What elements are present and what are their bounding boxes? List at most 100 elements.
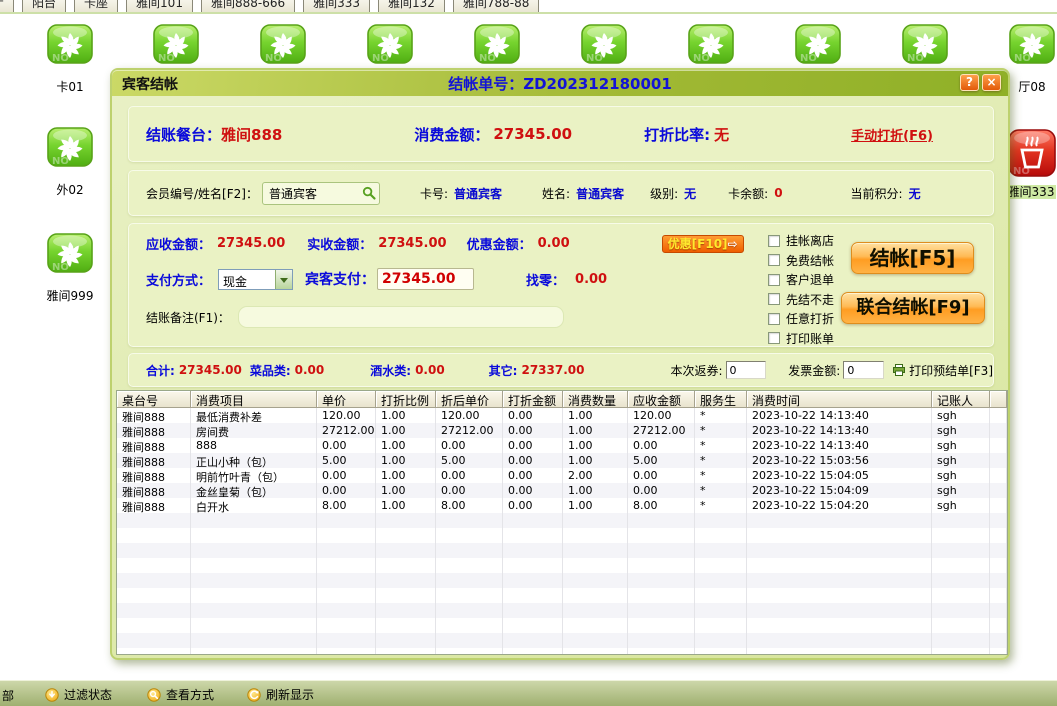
grid-cell: 0.00 bbox=[317, 483, 376, 498]
floor-tab[interactable]: 阳台 bbox=[22, 0, 66, 14]
table-station[interactable]: NO bbox=[260, 24, 308, 72]
grid-cell bbox=[503, 558, 563, 573]
grid-cell bbox=[191, 573, 317, 588]
grid-column-header[interactable]: 记账人 bbox=[932, 391, 990, 408]
grid-cell: sgh bbox=[932, 468, 990, 483]
table-station[interactable]: NO bbox=[902, 24, 950, 72]
checkbox-icon[interactable] bbox=[768, 293, 780, 305]
table-row[interactable]: 雅间8888880.001.000.000.001.000.00*2023-10… bbox=[117, 438, 1007, 453]
grid-cell: * bbox=[695, 438, 747, 453]
grid-cell bbox=[563, 588, 628, 603]
grid-cell: * bbox=[695, 453, 747, 468]
grid-column-header[interactable]: 消费项目 bbox=[191, 391, 317, 408]
checkbox-icon[interactable] bbox=[768, 254, 780, 266]
table-station[interactable]: NO bbox=[688, 24, 736, 72]
grid-cell bbox=[628, 573, 695, 588]
grid-cell-filler bbox=[990, 483, 1007, 498]
grid-cell: * bbox=[695, 423, 747, 438]
grid-column-header[interactable]: 应收金额 bbox=[628, 391, 695, 408]
table-station-busy[interactable]: NO bbox=[1008, 129, 1056, 177]
grid-column-header[interactable]: 单价 bbox=[317, 391, 376, 408]
search-icon[interactable] bbox=[362, 186, 377, 201]
checkbox-icon[interactable] bbox=[768, 332, 780, 344]
statusbar-filter[interactable]: 过滤状态 bbox=[45, 686, 112, 703]
table-row[interactable]: 雅间888白开水8.001.008.000.001.008.00*2023-10… bbox=[117, 498, 1007, 513]
close-icon[interactable]: × bbox=[982, 74, 1001, 91]
joint-settle-button[interactable]: 联合结帐[F9] bbox=[841, 292, 985, 324]
grid-cell bbox=[436, 618, 503, 633]
grid-cell: 雅间888 bbox=[117, 468, 191, 483]
table-station[interactable]: NO bbox=[581, 24, 629, 72]
table-station[interactable]: NO bbox=[153, 24, 201, 72]
checkbox-option[interactable]: 任意打折 bbox=[768, 310, 834, 327]
grid-column-header[interactable]: 打折金额 bbox=[503, 391, 563, 408]
floor-tab[interactable]: 卡座 bbox=[74, 0, 118, 14]
floor-tab[interactable]: 雅间132 bbox=[378, 0, 445, 14]
table-row[interactable]: 雅间888金丝皇菊（包）0.001.000.000.001.000.00*202… bbox=[117, 483, 1007, 498]
checkbox-option[interactable]: 免费结帐 bbox=[768, 252, 834, 269]
grid-cell bbox=[317, 513, 376, 528]
floor-tab[interactable]: 大厅 bbox=[0, 0, 14, 14]
grid-cell: 1.00 bbox=[563, 408, 628, 423]
grid-cell bbox=[695, 648, 747, 655]
table-row[interactable]: 雅间888房间费27212.001.0027212.000.001.002721… bbox=[117, 423, 1007, 438]
grid-cell bbox=[317, 648, 376, 655]
table-free-icon: NO bbox=[47, 24, 93, 64]
table-row[interactable]: 雅间888正山小种（包）5.001.005.000.001.005.00*202… bbox=[117, 453, 1007, 468]
totals-panel: 合计: 27345.00 菜品类: 0.00 酒水类: 0.00 其它: 273… bbox=[128, 353, 994, 387]
grid-cell: 1.00 bbox=[376, 423, 436, 438]
floor-tab[interactable]: 雅间101 bbox=[126, 0, 193, 14]
table-station[interactable]: NO bbox=[367, 24, 415, 72]
grid-column-header[interactable]: 桌台号 bbox=[117, 391, 191, 408]
floor-tab[interactable]: 雅间888-666 bbox=[201, 0, 295, 14]
settle-button[interactable]: 结帐[F5] bbox=[851, 242, 974, 274]
statusbar-refresh[interactable]: 刷新显示 bbox=[247, 686, 314, 703]
manual-discount-link[interactable]: 手动打折(F6) bbox=[851, 125, 933, 144]
checkbox-option[interactable]: 打印账单 bbox=[768, 330, 834, 347]
grid-column-header[interactable]: 打折比例 bbox=[376, 391, 436, 408]
table-station[interactable]: NO bbox=[47, 233, 95, 281]
table-station[interactable]: NO bbox=[474, 24, 522, 72]
grid-cell bbox=[503, 618, 563, 633]
table-station[interactable]: NO bbox=[795, 24, 843, 72]
checkbox-option[interactable]: 客户退单 bbox=[768, 271, 834, 288]
table-free-icon: NO bbox=[47, 233, 93, 273]
points-value: 无 bbox=[909, 185, 921, 202]
invoice-input[interactable]: 0 bbox=[843, 361, 884, 379]
grid-cell: 雅间888 bbox=[117, 483, 191, 498]
grid-cell bbox=[563, 648, 628, 655]
checkbox-option[interactable]: 先结不走 bbox=[768, 291, 834, 308]
bill-number: 结帐单号：ZD202312180001 bbox=[112, 73, 1008, 94]
member-search-input[interactable]: 普通宾客 bbox=[262, 182, 380, 205]
grid-column-header[interactable]: 消费时间 bbox=[747, 391, 932, 408]
grid-cell: 120.00 bbox=[436, 408, 503, 423]
grid-column-header[interactable]: 服务生 bbox=[695, 391, 747, 408]
grid-cell: 正山小种（包） bbox=[191, 453, 317, 468]
table-row[interactable]: 雅间888明前竹叶青（包）0.001.000.000.002.000.00*20… bbox=[117, 468, 1007, 483]
statusbar-view[interactable]: 查看方式 bbox=[147, 686, 214, 703]
grid-column-header[interactable]: 消费数量 bbox=[563, 391, 628, 408]
checkbox-option[interactable]: 挂帐离店 bbox=[768, 232, 834, 249]
grid-cell-filler bbox=[990, 618, 1007, 633]
grid-cell: 明前竹叶青（包） bbox=[191, 468, 317, 483]
coupon-return-input[interactable]: 0 bbox=[726, 361, 767, 379]
grid-cell: 1.00 bbox=[563, 453, 628, 468]
grid-column-header[interactable]: 折后单价 bbox=[436, 391, 503, 408]
card-no-value: 普通宾客 bbox=[454, 185, 502, 202]
print-pre-bill-link[interactable]: 打印预结单[F3] bbox=[892, 362, 993, 379]
table-free-icon: NO bbox=[1009, 24, 1055, 64]
table-station[interactable]: NO bbox=[47, 127, 95, 175]
table-row-empty bbox=[117, 648, 1007, 655]
floor-tab[interactable]: 雅间333 bbox=[303, 0, 370, 14]
table-row[interactable]: 雅间888最低消费补差120.001.00120.000.001.00120.0… bbox=[117, 408, 1007, 423]
grid-cell: 雅间888 bbox=[117, 453, 191, 468]
table-station[interactable]: NO bbox=[47, 24, 95, 72]
help-button[interactable]: ? bbox=[960, 74, 979, 91]
checkbox-icon[interactable] bbox=[768, 274, 780, 286]
grid-cell bbox=[376, 513, 436, 528]
checkbox-icon[interactable] bbox=[768, 313, 780, 325]
checkbox-icon[interactable] bbox=[768, 235, 780, 247]
dish-value: 0.00 bbox=[295, 363, 325, 377]
floor-tab[interactable]: 雅间788-88 bbox=[453, 0, 540, 14]
table-station[interactable]: NO bbox=[1009, 24, 1057, 72]
